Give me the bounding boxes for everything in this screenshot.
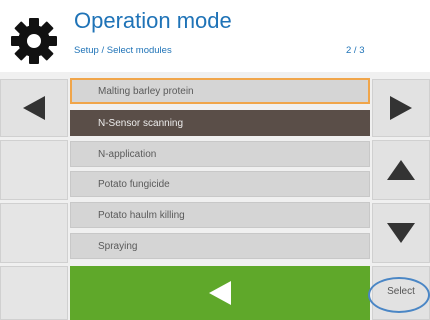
breadcrumb: Setup / Select modules	[74, 45, 172, 56]
arrow-down-icon	[387, 223, 415, 243]
module-item-malting-barley-protein[interactable]: Malting barley protein	[70, 78, 370, 104]
module-item-potato-fungicide[interactable]: Potato fungicide	[70, 171, 370, 197]
select-highlight-ring	[368, 277, 430, 313]
arrow-right-icon	[390, 96, 412, 120]
page-indicator: 2 / 3	[346, 45, 365, 56]
scroll-down-button[interactable]	[372, 203, 430, 263]
scroll-up-button[interactable]	[372, 140, 430, 200]
module-item-n-application[interactable]: N-application	[70, 141, 370, 167]
module-item-spraying[interactable]: Spraying	[70, 233, 370, 259]
arrow-up-icon	[387, 160, 415, 180]
next-page-button[interactable]	[372, 79, 430, 137]
empty-side-button	[0, 140, 68, 200]
module-item-potato-haulm-killing[interactable]: Potato haulm killing	[70, 202, 370, 228]
previous-page-button[interactable]	[0, 79, 68, 137]
back-arrow-icon	[209, 281, 231, 305]
empty-side-button	[0, 266, 68, 320]
page-title: Operation mode	[74, 8, 232, 33]
module-item-n-sensor-scanning[interactable]: N-Sensor scanning	[70, 110, 370, 136]
gear-icon	[8, 15, 60, 67]
back-button[interactable]	[70, 266, 370, 320]
arrow-left-icon	[23, 96, 45, 120]
empty-side-button	[0, 203, 68, 263]
